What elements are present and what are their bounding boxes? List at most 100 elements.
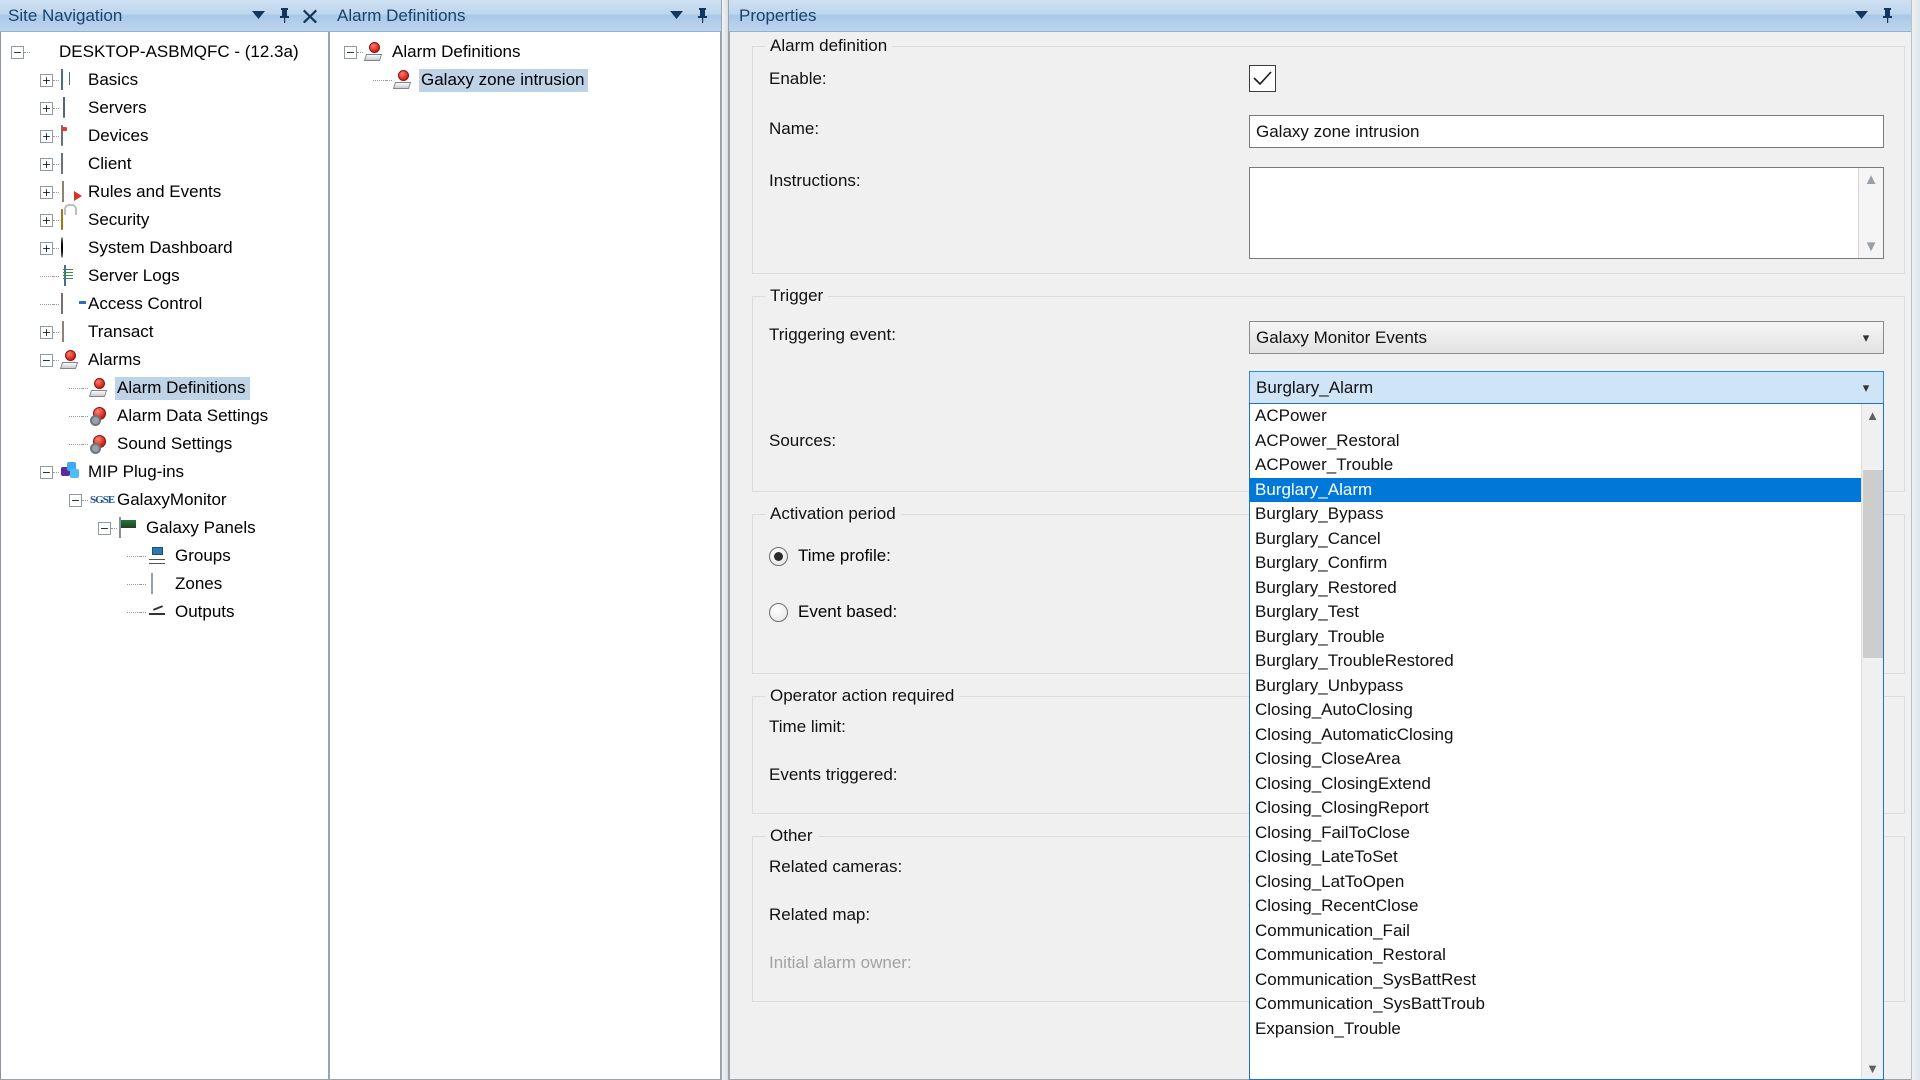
chevron-down-icon[interactable] — [663, 3, 689, 29]
tree-item-mip-plug-ins[interactable]: − MIP Plug-ins — [1, 458, 328, 486]
collapse-toggle-icon[interactable]: − — [344, 45, 357, 59]
dropdown-option[interactable]: Communication_SysBattRest — [1250, 968, 1883, 993]
collapse-toggle-icon[interactable]: − — [40, 465, 53, 479]
right-splitter[interactable] — [1911, 0, 1920, 1080]
tree-item-server-logs[interactable]: Server Logs — [1, 262, 328, 290]
dropdown-option[interactable]: Closing_LateToSet — [1250, 845, 1883, 870]
pin-icon[interactable] — [271, 3, 297, 29]
dropdown-option[interactable]: Burglary_Restored — [1250, 576, 1883, 601]
tree-item-servers[interactable]: + Servers — [1, 94, 328, 122]
tree-item-alarms[interactable]: − Alarms — [1, 346, 328, 374]
expand-toggle-icon[interactable]: + — [40, 185, 53, 199]
close-icon[interactable] — [297, 3, 323, 29]
tree-item-groups[interactable]: Groups — [1, 542, 328, 570]
dropdown-option[interactable]: Closing_ClosingReport — [1250, 796, 1883, 821]
dropdown-option[interactable]: ACPower_Restoral — [1250, 429, 1883, 454]
enable-checkbox[interactable] — [1249, 65, 1276, 92]
tree-item-galaxy-zone-intrusion[interactable]: Galaxy zone intrusion — [330, 66, 720, 94]
tree-item-devices[interactable]: + Devices — [1, 122, 328, 150]
tree-item-alarm-data-settings[interactable]: Alarm Data Settings — [1, 402, 328, 430]
event-type-dropdown-list[interactable]: ACPower ACPower_Restoral ACPower_Trouble Bu… — [1249, 403, 1884, 1080]
tree-item-access-control[interactable]: Access Control — [1, 290, 328, 318]
dropdown-option[interactable]: ACPower — [1250, 404, 1883, 429]
site-navigation-tree[interactable]: − DESKTOP-ASBMQFC - (12.3a) + Basics + Server… — [1, 32, 328, 626]
tree-item-desktop-asbmqfc-12-3a[interactable]: − DESKTOP-ASBMQFC - (12.3a) — [1, 38, 328, 66]
expand-toggle-icon[interactable]: + — [40, 241, 53, 255]
dropdown-items[interactable]: ACPower ACPower_Restoral ACPower_Trouble Bu… — [1250, 404, 1883, 1041]
dropdown-option[interactable]: Closing_CloseArea — [1250, 747, 1883, 772]
dropdown-option[interactable]: Burglary_Alarm — [1250, 477, 1883, 502]
expand-toggle-icon[interactable]: + — [40, 101, 53, 115]
alarm-definitions-tree[interactable]: − Alarm Definitions Galaxy zone intrusion — [330, 32, 720, 94]
panel-splitter[interactable] — [721, 0, 729, 1080]
scroll-down-icon[interactable]: ▼ — [1862, 1057, 1883, 1079]
tree-item-galaxymonitor[interactable]: − SGSE GalaxyMonitor — [1, 486, 328, 514]
scroll-up-icon[interactable]: ▲ — [1862, 404, 1883, 426]
expand-toggle-icon[interactable]: + — [40, 213, 53, 227]
tree-connector — [53, 191, 59, 193]
collapse-toggle-icon[interactable]: − — [40, 353, 53, 367]
dropdown-option[interactable]: Closing_LatToOpen — [1250, 870, 1883, 895]
tree-item-system-dashboard[interactable]: + System Dashboard — [1, 234, 328, 262]
collapse-toggle-icon[interactable]: − — [69, 493, 82, 507]
dropdown-option[interactable]: Closing_ClosingExtend — [1250, 772, 1883, 797]
tree-item-client[interactable]: + Client — [1, 150, 328, 178]
dropdown-option[interactable]: Burglary_Trouble — [1250, 625, 1883, 650]
collapse-toggle-icon[interactable]: − — [98, 521, 111, 535]
instructions-scrollbar[interactable]: ▲ ▼ — [1858, 168, 1883, 258]
dropdown-option[interactable]: Burglary_Bypass — [1250, 502, 1883, 527]
chevron-down-icon[interactable] — [245, 3, 271, 29]
dropdown-option[interactable]: Burglary_Confirm — [1250, 551, 1883, 576]
group-legend-alarm-definition: Alarm definition — [765, 36, 893, 56]
scrollbar-thumb[interactable] — [1863, 470, 1883, 658]
dropdown-option[interactable]: Closing_AutoClosing — [1250, 698, 1883, 723]
tree-item-sound-settings[interactable]: Sound Settings — [1, 430, 328, 458]
collapse-toggle-icon[interactable]: − — [11, 45, 24, 59]
initial-alarm-owner-label: Initial alarm owner: — [769, 953, 912, 972]
expand-toggle-icon[interactable]: + — [40, 157, 53, 171]
dropdown-option[interactable]: Communication_SysBattTroub — [1250, 992, 1883, 1017]
dropdown-option[interactable]: Burglary_Cancel — [1250, 527, 1883, 552]
tree-item-security[interactable]: + Security — [1, 206, 328, 234]
triggering-event-combobox[interactable]: Galaxy Monitor Events ▾ — [1249, 321, 1884, 354]
tree-item-outputs[interactable]: Outputs — [1, 598, 328, 626]
expand-toggle-icon[interactable]: + — [40, 129, 53, 143]
chevron-up-icon[interactable]: ▲ — [1864, 172, 1879, 187]
tree-item-zones[interactable]: Zones — [1, 570, 328, 598]
expand-toggle-icon[interactable]: + — [40, 73, 53, 87]
dropdown-option[interactable]: Burglary_Test — [1250, 600, 1883, 625]
tree-item-basics[interactable]: + Basics — [1, 66, 328, 94]
chevron-down-icon[interactable] — [1848, 3, 1874, 29]
dropdown-option[interactable]: Expansion_Trouble — [1250, 1017, 1883, 1042]
tree-item-alarm-definitions[interactable]: − Alarm Definitions — [330, 38, 720, 66]
name-input[interactable] — [1249, 115, 1884, 148]
tree-leaf-connector — [373, 74, 386, 87]
dropdown-scrollbar[interactable]: ▲ ▼ — [1861, 404, 1883, 1079]
dropdown-option[interactable]: Communication_Fail — [1250, 919, 1883, 944]
tree-item-transact[interactable]: + Transact — [1, 318, 328, 346]
chevron-down-icon[interactable]: ▾ — [1855, 380, 1877, 396]
pin-icon[interactable] — [1874, 3, 1900, 29]
dropdown-option[interactable]: Closing_RecentClose — [1250, 894, 1883, 919]
dropdown-option[interactable]: Closing_AutomaticClosing — [1250, 723, 1883, 748]
chevron-down-icon[interactable]: ▼ — [1864, 239, 1879, 254]
event-type-combobox[interactable]: Burglary_Alarm ▾ — [1249, 371, 1884, 404]
dropdown-option[interactable]: ACPower_Trouble — [1250, 453, 1883, 478]
tree-item-alarm-definitions[interactable]: Alarm Definitions — [1, 374, 328, 402]
chevron-down-icon[interactable]: ▾ — [1855, 330, 1877, 346]
padlock-icon — [61, 209, 81, 230]
instructions-textarea[interactable]: ▲ ▼ — [1249, 167, 1884, 259]
dropdown-option[interactable]: Communication_Restoral — [1250, 943, 1883, 968]
expand-toggle-icon[interactable]: + — [40, 325, 53, 339]
tree-item-label: Access Control — [88, 293, 203, 313]
rules-icon — [61, 181, 81, 202]
tree-item-rules-and-events[interactable]: + Rules and Events — [1, 178, 328, 206]
pin-icon[interactable] — [689, 3, 715, 29]
dropdown-option[interactable]: Burglary_TroubleRestored — [1250, 649, 1883, 674]
tree-item-galaxy-panels[interactable]: − Galaxy Panels — [1, 514, 328, 542]
dropdown-option[interactable]: Closing_FailToClose — [1250, 821, 1883, 846]
dropdown-option[interactable]: Burglary_Unbypass — [1250, 674, 1883, 699]
